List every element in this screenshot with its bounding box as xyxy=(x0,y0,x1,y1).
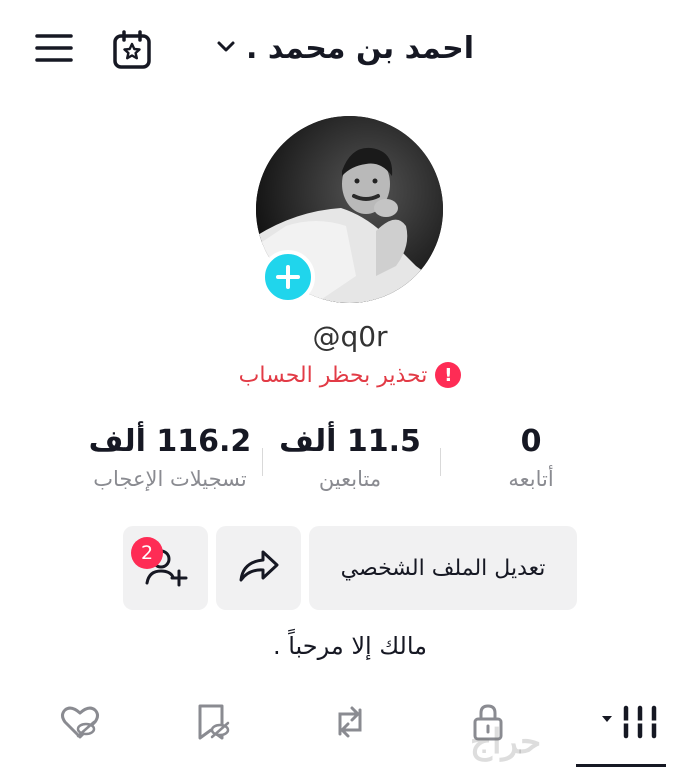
watermark-logo: حراج xyxy=(470,722,542,762)
following-count: 0 xyxy=(520,424,542,459)
videos-grid-icon[interactable] xyxy=(588,696,668,748)
chevron-down-icon xyxy=(216,39,236,58)
stat-following[interactable]: 0 أتابعه xyxy=(431,424,631,491)
account-name: احمد بن محمد . xyxy=(246,30,474,66)
followers-label: متابعين xyxy=(318,467,382,491)
likes-count: 116.2 ألف xyxy=(88,424,252,459)
stat-likes[interactable]: 116.2 ألف تسجيلات الإعجاب xyxy=(70,424,270,491)
edit-profile-button[interactable]: تعديل الملف الشخصي xyxy=(309,526,577,610)
likes-label: تسجيلات الإعجاب xyxy=(93,467,247,491)
share-arrow-icon xyxy=(237,548,281,588)
following-label: أتابعه xyxy=(508,467,554,491)
friend-request-badge: 2 xyxy=(131,537,163,569)
warning-text: تحذير بحظر الحساب xyxy=(238,362,428,388)
repost-icon[interactable] xyxy=(314,696,386,748)
account-switcher[interactable]: احمد بن محمد . xyxy=(216,22,474,74)
hamburger-menu-icon[interactable] xyxy=(28,22,80,74)
calendar-star-icon[interactable] xyxy=(104,22,160,78)
active-tab-indicator xyxy=(576,764,666,767)
followers-count: 11.5 ألف xyxy=(279,424,421,459)
add-friend-button[interactable] xyxy=(123,526,208,610)
favorites-hidden-icon[interactable] xyxy=(176,696,248,748)
username: @q0r xyxy=(312,320,388,353)
add-avatar-plus-icon[interactable] xyxy=(261,250,315,304)
share-profile-button[interactable] xyxy=(216,526,301,610)
stat-followers[interactable]: 11.5 ألف متابعين xyxy=(250,424,450,491)
account-ban-warning[interactable]: ! تحذير بحظر الحساب xyxy=(0,362,700,388)
warning-icon: ! xyxy=(435,362,462,388)
profile-bio: مالك إلا مرحباً . xyxy=(272,632,428,660)
edit-profile-label: تعديل الملف الشخصي xyxy=(340,555,546,581)
liked-hidden-icon[interactable] xyxy=(44,696,116,748)
